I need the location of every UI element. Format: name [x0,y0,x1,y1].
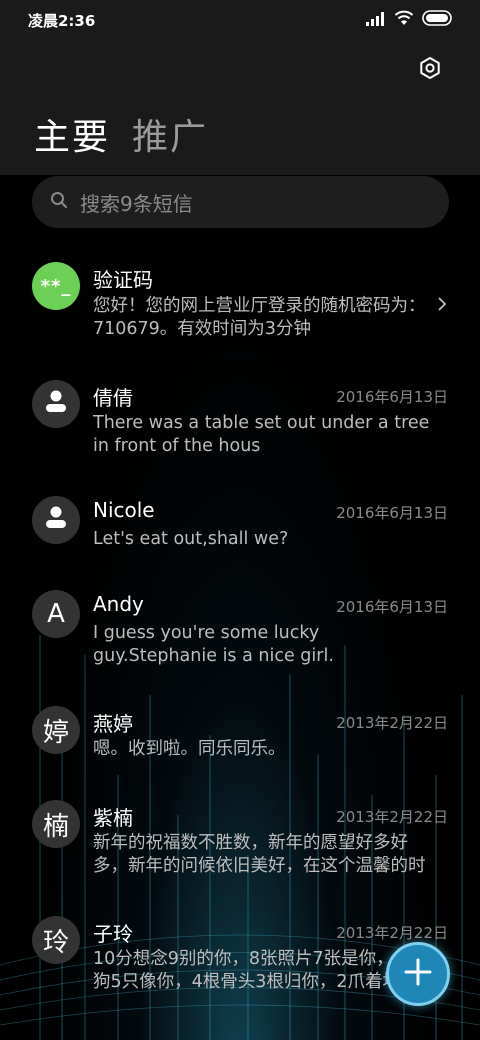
status-icons [366,10,452,30]
conversation-date: 2013年2月22日 [336,714,448,732]
chevron-right-icon [436,295,448,317]
conversation-item[interactable]: **_ 验证码 您好！您的网上营业厅登录的随机密码为：710679。有效时间为3… [0,250,480,350]
conversation-date: 2013年2月22日 [336,808,448,826]
conversation-name: 倩倩 [93,386,133,410]
conversation-date: 2016年6月13日 [336,388,448,406]
status-time: 凌晨2:36 [28,11,96,30]
avatar: 婷 [32,706,80,754]
avatar: A [32,590,80,638]
conversation-preview: 新年的祝福数不胜数，新年的愿望好多好多，新年的问候依旧美好，在这个温馨的时刻，… [93,833,426,876]
conversation-date: 2016年6月13日 [336,504,448,522]
conversation-name: Andy [93,592,144,616]
tab-bar: 主要 推广 [34,108,208,160]
conversation-preview: I guess you're some lucky guy.Stephanie … [93,623,334,666]
conversation-item[interactable]: Nicole 2016年6月13日 Let's eat out,shall we… [0,484,480,564]
tab-primary[interactable]: 主要 [34,108,110,160]
tab-promotions[interactable]: 推广 [132,108,208,160]
status-bar: 凌晨2:36 [0,0,480,40]
search-input[interactable]: 搜索9条短信 [32,176,449,228]
conversation-preview: Let's eat out,shall we? [93,529,289,549]
conversation-name: 验证码 [93,268,153,292]
gear-icon [418,56,442,84]
search-icon [50,191,68,213]
person-icon [43,388,69,421]
conversation-date: 2013年2月22日 [336,924,448,942]
avatar: **_ [32,262,80,310]
conversation-name: 子玲 [93,922,133,946]
conversation-item[interactable]: 倩倩 2016年6月13日 There was a table set out … [0,368,480,468]
compose-button[interactable] [386,942,450,1006]
conversation-preview: 您好！您的网上营业厅登录的随机密码为：710679。有效时间为3分钟 [93,296,426,339]
battery-icon [422,10,452,30]
search-placeholder: 搜索9条短信 [80,191,193,216]
conversation-name: 燕婷 [93,712,133,736]
conversation-item[interactable]: A Andy 2016年6月13日 I guess you're some lu… [0,578,480,678]
avatar [32,496,80,544]
app-header: 凌晨2:36 主要 推广 [0,0,480,175]
conversation-date: 2016年6月13日 [336,598,448,616]
conversation-item[interactable]: 婷 燕婷 2013年2月22日 嗯。收到啦。同乐同乐。 [0,694,480,774]
avatar: 楠 [32,800,80,848]
settings-button[interactable] [414,54,446,86]
signal-icon [366,11,386,30]
conversation-item[interactable]: 楠 紫楠 2013年2月22日 新年的祝福数不胜数，新年的愿望好多好多，新年的问… [0,788,480,888]
wifi-icon [394,10,414,30]
conversation-name: 紫楠 [93,806,133,830]
plus-icon [403,957,433,991]
avatar [32,380,80,428]
person-icon [43,504,69,537]
avatar: 玲 [32,916,80,964]
conversation-preview: 嗯。收到啦。同乐同乐。 [93,739,286,759]
conversation-name: Nicole [93,498,155,522]
conversation-preview: There was a table set out under a tree i… [93,413,430,456]
